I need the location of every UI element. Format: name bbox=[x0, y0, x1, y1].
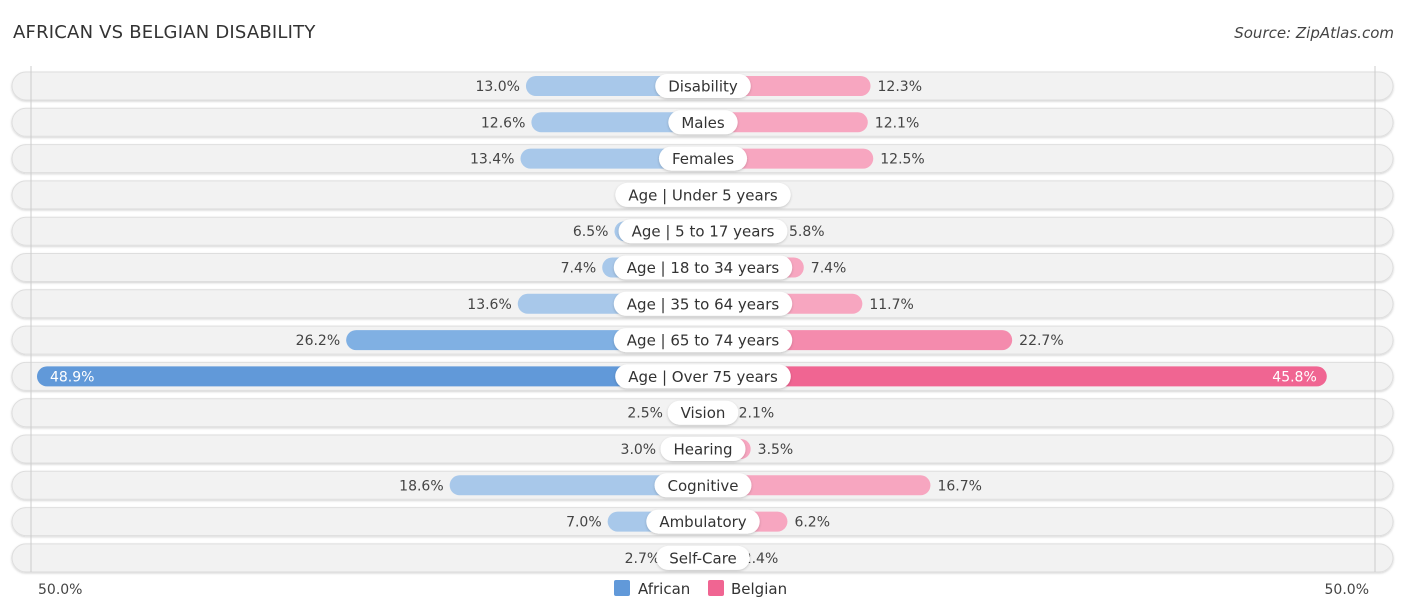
value-label-african: 12.6% bbox=[481, 115, 525, 131]
category-label: Age | 18 to 34 years bbox=[627, 259, 780, 277]
value-label-african: 7.4% bbox=[561, 261, 597, 277]
chart-rows: 13.0% 12.3% Disability 12.6% 12.1% Males 13.4%… bbox=[11, 71, 1394, 573]
category-label: Self-Care bbox=[669, 549, 737, 567]
value-label-belgian: 2.1% bbox=[739, 406, 775, 422]
chart-row: 7.4% 7.4% Age | 18 to 34 years bbox=[11, 253, 1394, 282]
category-label: Males bbox=[681, 114, 725, 132]
value-label-belgian: 3.5% bbox=[758, 442, 794, 458]
value-label-african: 13.6% bbox=[467, 297, 511, 313]
chart-row: 6.5% 5.8% Age | 5 to 17 years bbox=[11, 216, 1394, 246]
chart-row: 1.4%1.4%Age | Under 5 years bbox=[11, 180, 1394, 210]
category-label: Age | 35 to 64 years bbox=[627, 295, 780, 313]
value-label-african: 48.9% bbox=[50, 369, 94, 385]
chart-row: 13.4% 12.5% Females bbox=[11, 144, 1394, 174]
value-label-african: 6.5% bbox=[573, 224, 609, 240]
chart-row: 13.0% 12.3% Disability bbox=[11, 71, 1394, 101]
category-label: Age | Under 5 years bbox=[628, 186, 778, 204]
value-label-african: 13.4% bbox=[470, 152, 514, 168]
bar-belgian bbox=[703, 366, 1327, 387]
value-label-african: 2.7% bbox=[625, 551, 661, 567]
chart-row: 18.6% 16.7% Cognitive bbox=[11, 470, 1394, 500]
category-label: Females bbox=[672, 150, 734, 168]
chart-row: 13.6% 11.7% Age | 35 to 64 years bbox=[11, 289, 1394, 319]
value-label-belgian: 11.7% bbox=[869, 297, 913, 313]
value-label-african: 3.0% bbox=[621, 442, 657, 458]
legend-label-african: African bbox=[638, 580, 690, 598]
chart-row: 2.7% 2.4%Self-Care bbox=[11, 543, 1394, 573]
value-label-african: 2.5% bbox=[627, 406, 663, 422]
value-label-belgian: 7.4% bbox=[811, 261, 847, 277]
legend-swatch-belgian bbox=[708, 580, 724, 596]
chart-row: 3.0% 3.5% Hearing bbox=[11, 434, 1394, 464]
value-label-belgian: 22.7% bbox=[1019, 333, 1063, 349]
chart-row: 12.6% 12.1% Males bbox=[11, 107, 1394, 137]
value-label-african: 7.0% bbox=[566, 515, 602, 531]
legend-swatch-african bbox=[614, 580, 630, 596]
category-label: Age | 5 to 17 years bbox=[632, 223, 775, 241]
value-label-belgian: 12.5% bbox=[880, 152, 924, 168]
category-label: Age | 65 to 74 years bbox=[627, 332, 780, 350]
value-label-belgian: 12.3% bbox=[878, 79, 922, 95]
chart-row: 2.5% 2.1% Vision bbox=[11, 398, 1394, 428]
category-label: Hearing bbox=[673, 441, 732, 459]
chart-row: 26.2% 22.7% Age | 65 to 74 years bbox=[11, 325, 1394, 355]
legend-label-belgian: Belgian bbox=[731, 580, 787, 598]
category-label: Ambulatory bbox=[659, 513, 746, 531]
value-label-belgian: 45.8% bbox=[1272, 369, 1316, 385]
value-label-belgian: 16.7% bbox=[937, 478, 981, 494]
chart-row: 7.0% 6.2% Ambulatory bbox=[11, 507, 1394, 537]
category-label: Vision bbox=[681, 404, 726, 422]
value-label-african: 26.2% bbox=[296, 333, 340, 349]
axis-label-left: 50.0% bbox=[38, 582, 82, 598]
value-label-belgian: 6.2% bbox=[794, 515, 830, 531]
legend: African Belgian bbox=[614, 580, 787, 598]
category-label: Age | Over 75 years bbox=[628, 368, 778, 386]
value-label-african: 13.0% bbox=[475, 79, 519, 95]
value-label-african: 18.6% bbox=[399, 478, 443, 494]
category-label: Disability bbox=[668, 78, 738, 96]
value-label-belgian: 5.8% bbox=[789, 224, 825, 240]
bar-african bbox=[36, 366, 704, 387]
chart-row: 48.9% 45.8% Age | Over 75 years bbox=[11, 361, 1394, 391]
category-label: Cognitive bbox=[667, 477, 738, 495]
value-label-belgian: 12.1% bbox=[875, 115, 919, 131]
diverging-bar-chart: 13.0% 12.3% Disability 12.6% 12.1% Males 13.4%… bbox=[11, 66, 1394, 598]
axis-label-right: 50.0% bbox=[1325, 582, 1369, 598]
